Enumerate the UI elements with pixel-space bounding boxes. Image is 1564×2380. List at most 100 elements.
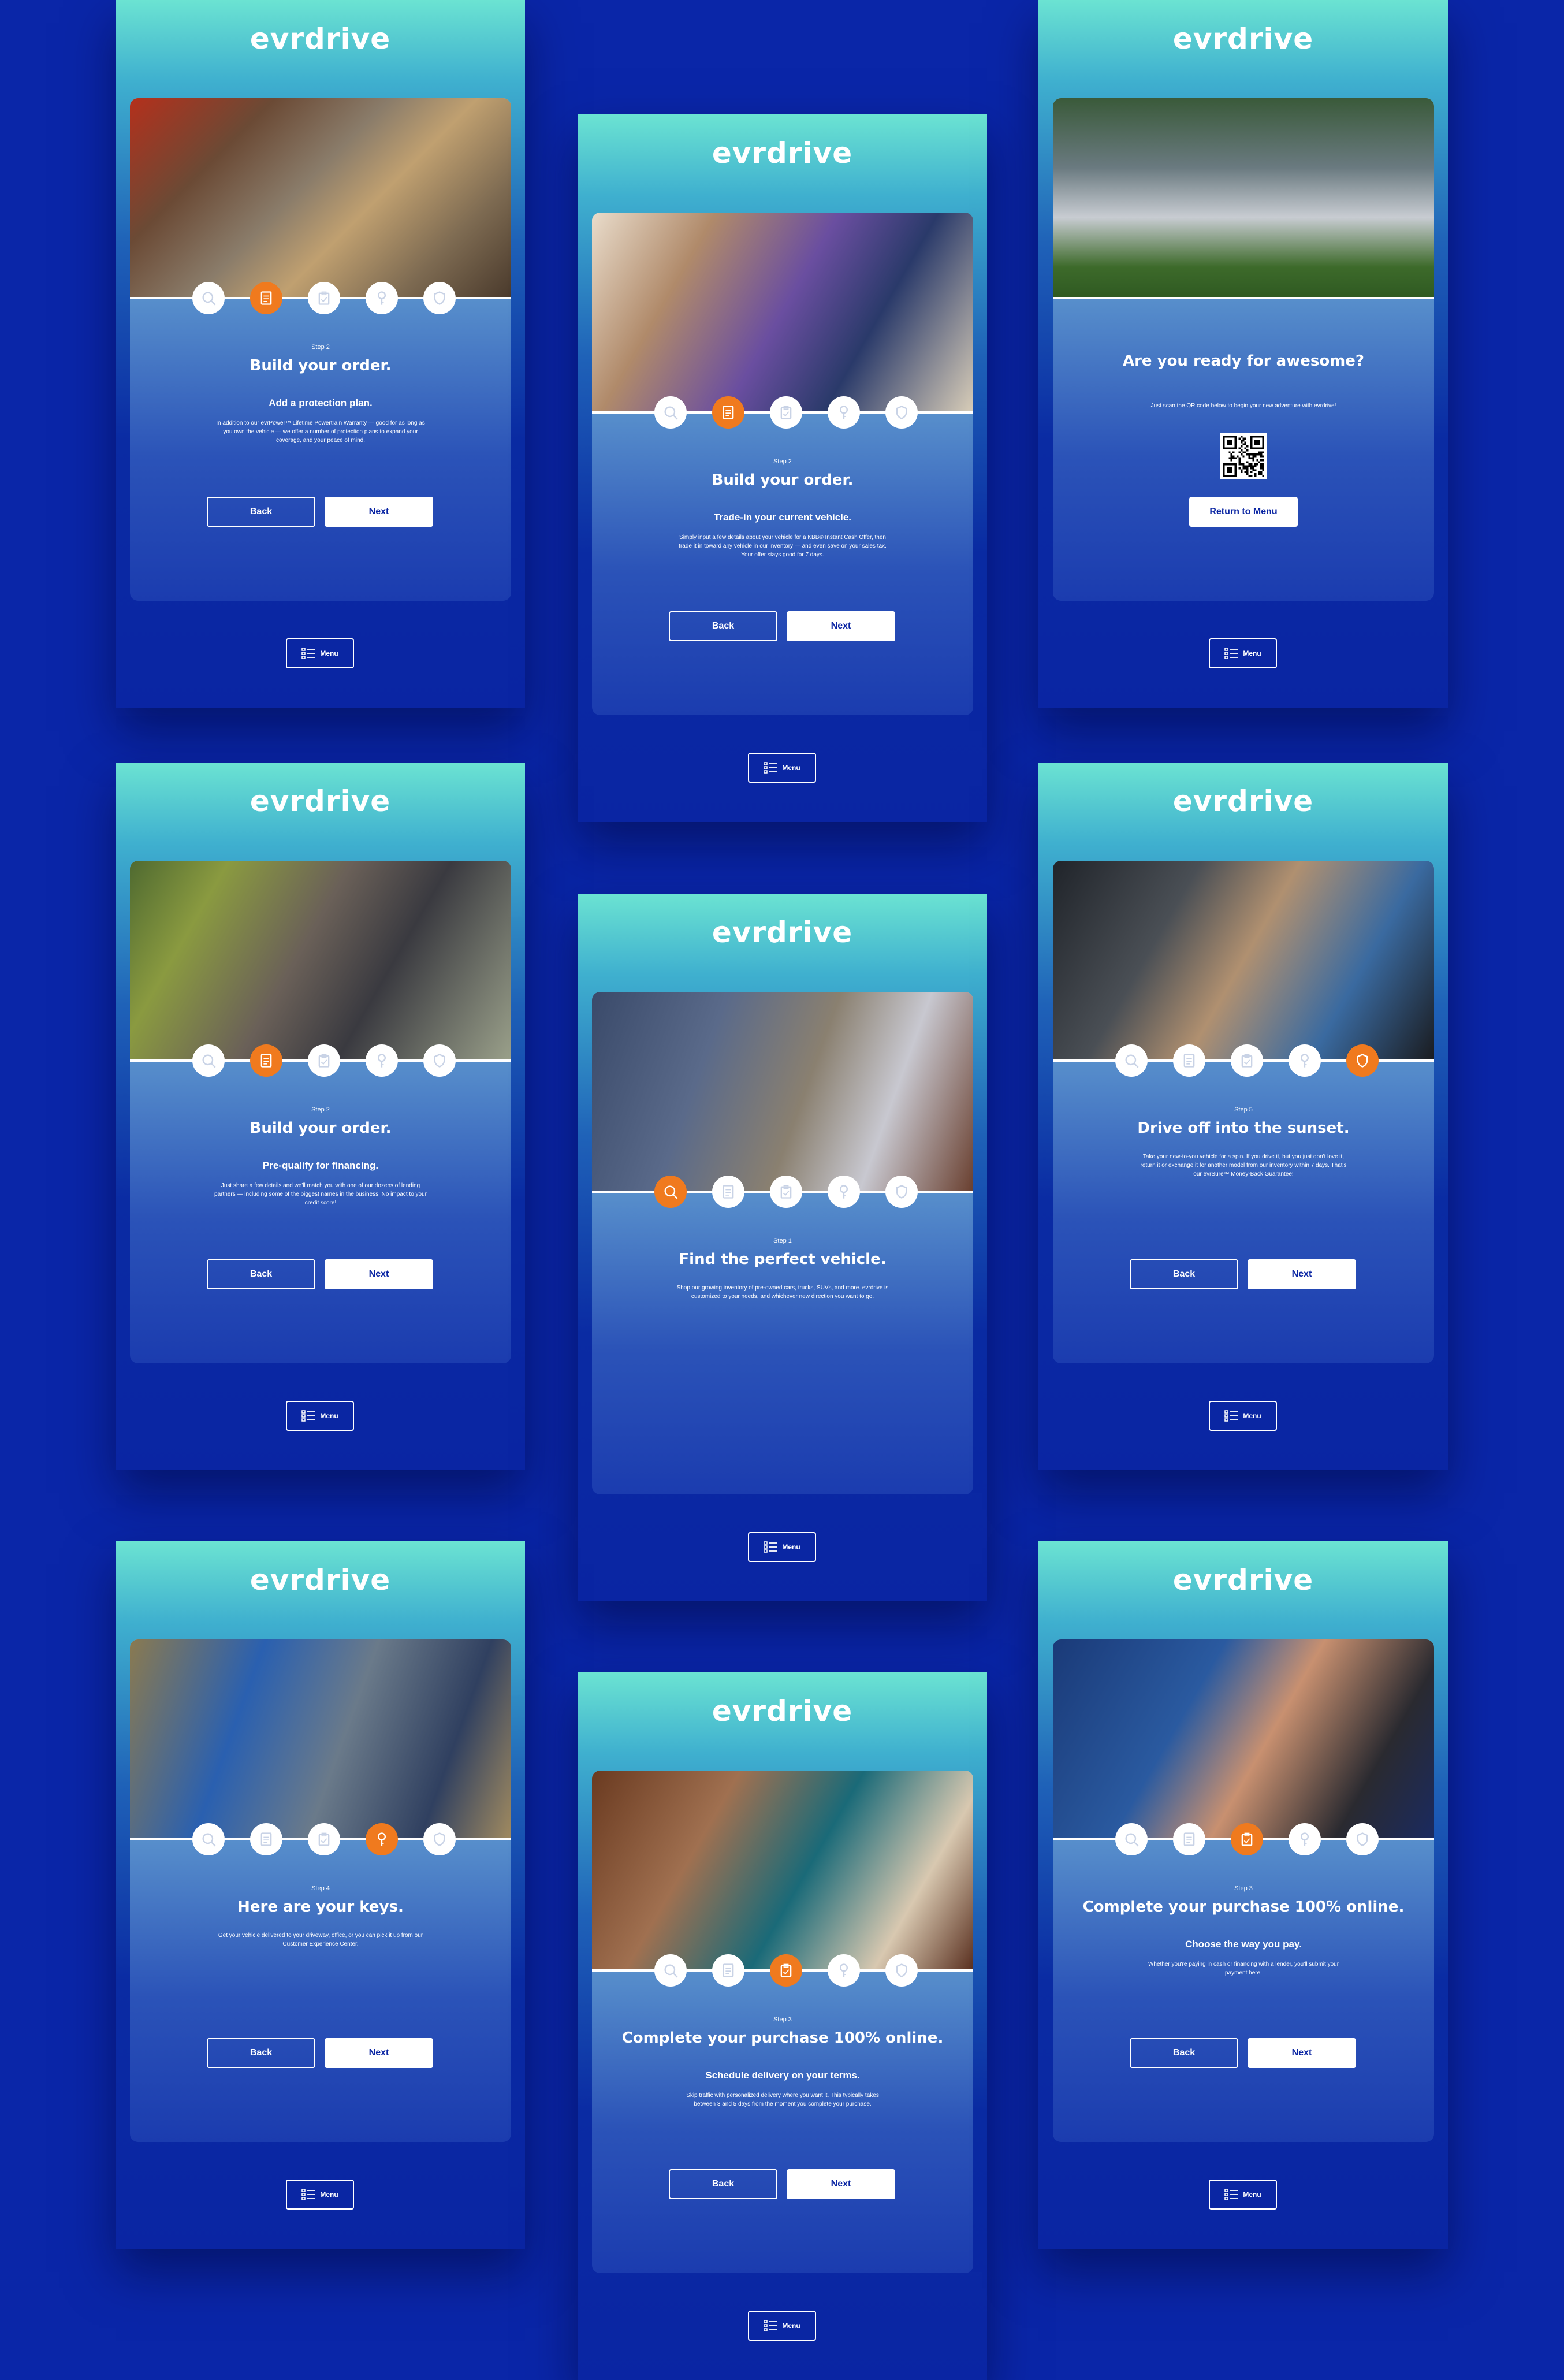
return-to-menu-button[interactable]: Return to Menu [1189,497,1298,527]
step-3-indicator[interactable] [1231,1044,1263,1077]
document-icon [258,290,274,306]
next-button[interactable]: Next [787,2169,895,2199]
step-1-indicator[interactable] [654,1176,687,1208]
back-button[interactable]: Back [1130,1259,1238,1289]
content-card: Step 2 Build your order. Add a protection … [130,98,511,601]
menu-button[interactable]: Menu [1209,1401,1277,1431]
hero-photo [592,1771,973,1972]
qr-code [1220,433,1267,479]
step-progress [1053,1044,1434,1079]
hero-photo [1053,1639,1434,1840]
shield-icon [431,290,448,306]
menu-button[interactable]: Menu [1209,2180,1277,2210]
menu-label: Menu [320,1412,338,1420]
step-4-indicator[interactable] [366,1823,398,1855]
hero-photo [130,98,511,299]
screen-body-text: Get your vehicle delivered to your drive… [218,1932,423,1947]
step-3-indicator[interactable] [308,1823,340,1855]
search-icon [662,1184,679,1200]
step-2-indicator[interactable] [712,1954,744,1987]
next-button[interactable]: Next [1248,1259,1356,1289]
step-progress [592,1176,973,1210]
app-screen-s3: evrdrive Are you ready for awesome? Just s… [1038,0,1448,708]
step-5-indicator[interactable] [423,1044,456,1077]
menu-button[interactable]: Menu [748,1532,816,1562]
back-button[interactable]: Back [1130,2038,1238,2068]
app-screen-s4: evrdrive Step 2 Build your order. Pre-quali… [116,763,525,1470]
brand-logo: evrdrive [1172,1563,1314,1597]
menu-list-icon [764,2319,777,2332]
step-2-indicator[interactable] [1173,1823,1205,1855]
step-2-indicator[interactable] [250,1823,282,1855]
key-icon [1297,1831,1313,1847]
step-2-indicator[interactable] [712,396,744,429]
content-card: Step 3 Complete your purchase 100% online… [1053,1639,1434,2142]
brand-logo: evrdrive [1172,784,1314,818]
hero-photo [592,213,973,414]
menu-list-icon [301,1410,315,1422]
step-4-indicator[interactable] [366,1044,398,1077]
key-icon [1297,1053,1313,1069]
menu-label: Menu [782,1543,800,1551]
menu-label: Menu [1243,649,1261,657]
step-2-indicator[interactable] [250,282,282,314]
back-button[interactable]: Back [207,497,315,527]
step-5-indicator[interactable] [423,282,456,314]
screen-title: Build your order. [250,1120,392,1137]
step-4-indicator[interactable] [828,396,860,429]
screen-title: Are you ready for awesome? [1122,352,1364,370]
step-1-indicator[interactable] [654,396,687,429]
step-5-indicator[interactable] [885,1954,918,1987]
step-1-indicator[interactable] [1115,1823,1148,1855]
step-5-indicator[interactable] [885,1176,918,1208]
step-1-indicator[interactable] [192,1823,225,1855]
step-1-indicator[interactable] [654,1954,687,1987]
back-button[interactable]: Back [207,1259,315,1289]
step-4-indicator[interactable] [828,1954,860,1987]
step-5-indicator[interactable] [885,396,918,429]
shield-icon [893,1962,910,1979]
step-4-indicator[interactable] [1289,1044,1321,1077]
step-3-indicator[interactable] [770,396,802,429]
step-4-indicator[interactable] [366,282,398,314]
step-3-indicator[interactable] [308,1044,340,1077]
menu-button[interactable]: Menu [748,2311,816,2341]
screen-title: Build your order. [712,471,854,489]
step-5-indicator[interactable] [1346,1044,1379,1077]
step-1-indicator[interactable] [192,282,225,314]
step-1-indicator[interactable] [192,1044,225,1077]
next-button[interactable]: Next [325,1259,433,1289]
step-1-indicator[interactable] [1115,1044,1148,1077]
next-button[interactable]: Next [325,497,433,527]
step-3-indicator[interactable] [770,1176,802,1208]
step-label: Step 3 [773,2016,792,2023]
step-5-indicator[interactable] [1346,1823,1379,1855]
step-3-indicator[interactable] [770,1954,802,1987]
step-5-indicator[interactable] [423,1823,456,1855]
back-button[interactable]: Back [669,611,777,641]
menu-button[interactable]: Menu [286,638,354,668]
step-4-indicator[interactable] [1289,1823,1321,1855]
step-2-indicator[interactable] [1173,1044,1205,1077]
app-screen-s7: evrdrive Step 4 Here are your keys. Get you… [116,1541,525,2249]
menu-button[interactable]: Menu [748,753,816,783]
step-2-indicator[interactable] [712,1176,744,1208]
menu-list-icon [1224,2188,1238,2201]
next-button[interactable]: Next [325,2038,433,2068]
next-button[interactable]: Next [1248,2038,1356,2068]
menu-button[interactable]: Menu [286,1401,354,1431]
menu-button[interactable]: Menu [286,2180,354,2210]
clipboard-icon [778,1962,794,1979]
step-4-indicator[interactable] [828,1176,860,1208]
screen-body-text: Whether you're paying in cash or financi… [1148,1961,1339,1976]
back-button[interactable]: Back [207,2038,315,2068]
step-3-indicator[interactable] [308,282,340,314]
key-icon [836,404,852,421]
step-2-indicator[interactable] [250,1044,282,1077]
back-button[interactable]: Back [669,2169,777,2199]
menu-button[interactable]: Menu [1209,638,1277,668]
brand-logo: evrdrive [712,1694,853,1728]
step-3-indicator[interactable] [1231,1823,1263,1855]
key-icon [836,1962,852,1979]
next-button[interactable]: Next [787,611,895,641]
